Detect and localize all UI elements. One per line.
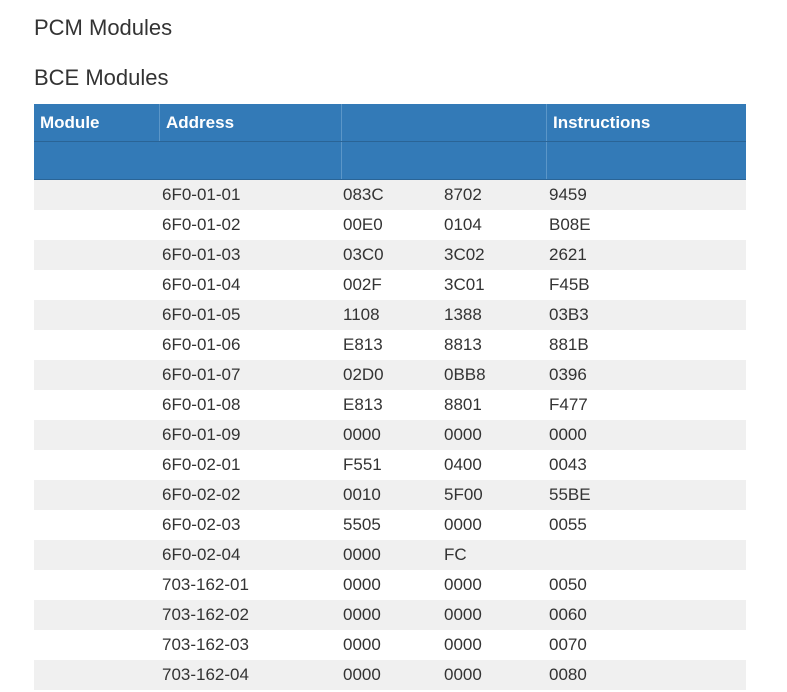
cell-address: 6F0-01-07	[162, 365, 241, 384]
cell-value-1: 1108	[343, 305, 380, 324]
cell-address: 6F0-01-02	[162, 215, 241, 234]
cell-value-1: E813	[343, 395, 383, 414]
cell-value-2: 0000	[444, 425, 482, 444]
cell-value-1: 002F	[343, 275, 382, 294]
header-filter-cell	[34, 142, 341, 179]
table-header-row: Module Address Instructions	[34, 104, 746, 142]
bce-modules-heading: BCE Modules	[34, 65, 169, 90]
cell-value-2: 3C01	[444, 275, 485, 294]
table-row: 703-162-01 0000 0000 0050	[34, 570, 746, 600]
cell-address: 6F0-01-05	[162, 305, 241, 324]
cell-instructions: F45B	[549, 275, 590, 294]
table-row: 703-162-03 0000 0000 0070	[34, 630, 746, 660]
column-header-module: Module	[40, 113, 100, 132]
table-row: 6F0-02-01 F551 0400 0043	[34, 450, 746, 480]
bce-modules-table: Module Address Instructions 6F0-01-01 083…	[34, 104, 746, 690]
cell-address: 703-162-03	[162, 635, 249, 654]
cell-address: 6F0-02-02	[162, 485, 241, 504]
cell-address: 6F0-01-01	[162, 185, 241, 204]
cell-address: 703-162-01	[162, 575, 249, 594]
cell-address: 6F0-01-08	[162, 395, 241, 414]
cell-value-2: 0400	[444, 455, 482, 474]
cell-value-1: E813	[343, 335, 383, 354]
cell-value-2: 8801	[444, 395, 482, 414]
table-row: 6F0-01-05 1108 1388 03B3	[34, 300, 746, 330]
cell-instructions: 0000	[549, 425, 587, 444]
table-row: 6F0-01-02 00E0 0104 B08E	[34, 210, 746, 240]
cell-address: 6F0-01-06	[162, 335, 241, 354]
cell-value-2: 8702	[444, 185, 482, 204]
cell-address: 6F0-01-04	[162, 275, 241, 294]
pcm-modules-heading: PCM Modules	[34, 15, 173, 40]
cell-address: 6F0-02-03	[162, 515, 241, 534]
cell-value-2: 0000	[444, 635, 482, 654]
cell-value-1: 0000	[343, 425, 381, 444]
cell-instructions: 0070	[549, 635, 587, 654]
cell-instructions: 0050	[549, 575, 587, 594]
cell-value-1: F551	[343, 455, 382, 474]
cell-instructions: 0055	[549, 515, 587, 534]
cell-instructions: 55BE	[549, 485, 591, 504]
table-row: 703-162-02 0000 0000 0060	[34, 600, 746, 630]
cell-instructions: F477	[549, 395, 588, 414]
cell-value-2: 0000	[444, 665, 482, 684]
cell-value-1: 083C	[343, 185, 384, 204]
cell-value-2: 0000	[444, 515, 482, 534]
cell-address: 6F0-02-01	[162, 455, 241, 474]
cell-instructions: 0043	[549, 455, 587, 474]
table-row: 703-162-04 0000 0000 0080	[34, 660, 746, 690]
cell-instructions: 0080	[549, 665, 587, 684]
column-header-instructions: Instructions	[546, 104, 746, 141]
cell-value-1: 0000	[343, 545, 381, 564]
cell-value-2: 1388	[444, 305, 482, 324]
cell-value-2: 5F00	[444, 485, 483, 504]
table-row: 6F0-01-03 03C0 3C02 2621	[34, 240, 746, 270]
column-header-blank	[341, 104, 546, 141]
cell-address: 703-162-02	[162, 605, 249, 624]
table-row: 6F0-01-08 E813 8801 F477	[34, 390, 746, 420]
table-row: 6F0-02-04 0000 FC	[34, 540, 746, 570]
table-row: 6F0-01-06 E813 8813 881B	[34, 330, 746, 360]
cell-value-2: 0000	[444, 605, 482, 624]
table-row: 6F0-01-07 02D0 0BB8 0396	[34, 360, 746, 390]
cell-value-1: 0010	[343, 485, 381, 504]
cell-value-1: 00E0	[343, 215, 383, 234]
cell-value-2: 8813	[444, 335, 482, 354]
cell-value-1: 0000	[343, 605, 381, 624]
cell-value-2: 0000	[444, 575, 482, 594]
table-row: 6F0-02-02 0010 5F00 55BE	[34, 480, 746, 510]
table-row: 6F0-02-03 5505 0000 0055	[34, 510, 746, 540]
cell-instructions: B08E	[549, 215, 591, 234]
cell-value-2: 0104	[444, 215, 482, 234]
cell-instructions: 9459	[549, 185, 587, 204]
table-row: 6F0-01-01 083C 8702 9459	[34, 180, 746, 210]
column-header-address: Address	[159, 104, 341, 141]
cell-instructions: 881B	[549, 335, 589, 354]
cell-value-1: 5505	[343, 515, 381, 534]
cell-value-2: 0BB8	[444, 365, 486, 384]
header-filter-cell	[546, 142, 746, 179]
cell-instructions: 03B3	[549, 305, 589, 324]
cell-instructions: 2621	[549, 245, 587, 264]
cell-address: 703-162-04	[162, 665, 249, 684]
table-row: 6F0-01-09 0000 0000 0000	[34, 420, 746, 450]
table-header-filter-row	[34, 142, 746, 180]
page: PCM Modules BCE Modules Module Address I…	[0, 0, 787, 692]
cell-value-1: 0000	[343, 575, 381, 594]
cell-value-2: 3C02	[444, 245, 485, 264]
cell-value-2: FC	[444, 545, 467, 564]
cell-value-1: 0000	[343, 635, 381, 654]
table-row: 6F0-01-04 002F 3C01 F45B	[34, 270, 746, 300]
cell-instructions: 0396	[549, 365, 587, 384]
cell-value-1: 0000	[343, 665, 381, 684]
cell-instructions: 0060	[549, 605, 587, 624]
header-filter-cell	[341, 142, 546, 179]
table-body: 6F0-01-01 083C 8702 9459 6F0-01-02 00E0 0104 B0…	[34, 180, 746, 690]
cell-address: 6F0-02-04	[162, 545, 241, 564]
cell-address: 6F0-01-09	[162, 425, 241, 444]
cell-value-1: 03C0	[343, 245, 384, 264]
cell-address: 6F0-01-03	[162, 245, 241, 264]
cell-value-1: 02D0	[343, 365, 384, 384]
